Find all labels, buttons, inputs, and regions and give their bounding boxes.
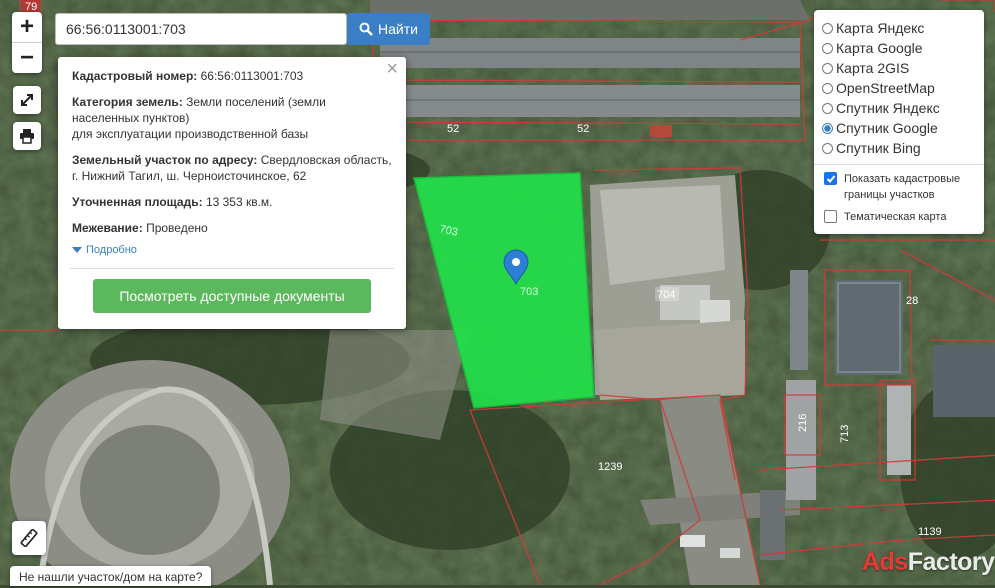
layer-option-label: OpenStreetMap xyxy=(836,80,935,96)
layer-option[interactable]: Карта Яндекс xyxy=(822,18,976,38)
layer-option[interactable]: Спутник Bing xyxy=(822,138,976,158)
layer-option[interactable]: Карта 2GIS xyxy=(822,58,976,78)
cadastral-number-label: Кадастровый номер: xyxy=(72,69,198,83)
land-category-label: Категория земель: xyxy=(72,95,183,109)
survey-label: Межевание: xyxy=(72,221,143,235)
radio-icon[interactable] xyxy=(822,62,833,74)
map-label-713: 713 xyxy=(839,425,851,443)
print-button[interactable] xyxy=(13,122,41,150)
details-link-label: Подробно xyxy=(86,244,137,256)
survey-row: Межевание: Проведено xyxy=(72,220,392,236)
layer-option[interactable]: Карта Google xyxy=(822,38,976,58)
print-icon xyxy=(20,129,34,144)
view-documents-button[interactable]: Посмотреть доступные документы xyxy=(93,279,371,313)
radio-selected-icon[interactable] xyxy=(822,122,833,134)
layer-option[interactable]: OpenStreetMap xyxy=(822,78,976,98)
layer-divider xyxy=(814,164,984,165)
layer-option-label: Карта Яндекс xyxy=(836,20,925,36)
map-label-703b: 703 xyxy=(520,286,538,298)
cadastral-number-row: Кадастровый номер: 66:56:0113001:703 xyxy=(72,68,392,84)
checkbox-icon[interactable] xyxy=(824,210,837,223)
map-label-1139: 1139 xyxy=(918,526,942,538)
address-row: Земельный участок по адресу: Свердловска… xyxy=(72,152,392,184)
cadastral-search-input[interactable] xyxy=(55,13,347,45)
ruler-button[interactable] xyxy=(12,521,46,555)
layer-option-label: Спутник Яндекс xyxy=(836,100,940,116)
layer-switcher: Карта Яндекс Карта Google Карта 2GIS OpenSt… xyxy=(814,10,984,234)
details-link[interactable]: Подробно xyxy=(72,242,392,258)
thematic-map-label: Тематическая карта xyxy=(844,211,947,223)
parcel-info-popup: × Кадастровый номер: 66:56:0113001:703 К… xyxy=(58,57,406,329)
search-button-label: Найти xyxy=(378,21,418,37)
search-icon xyxy=(359,22,373,36)
map-label-52a: 52 xyxy=(447,123,459,135)
watermark-logo: AdsFactory xyxy=(862,548,995,576)
fullscreen-icon xyxy=(21,94,33,106)
area-row: Уточненная площадь: 13 353 кв.м. xyxy=(72,194,392,210)
radio-icon[interactable] xyxy=(822,82,833,94)
search-button[interactable]: Найти xyxy=(347,13,430,45)
layer-option[interactable]: Спутник Google xyxy=(822,118,976,138)
layer-option-label: Спутник Google xyxy=(836,120,938,136)
map-label-704: 704 xyxy=(657,289,675,301)
thematic-map-toggle[interactable]: Тематическая карта xyxy=(822,209,976,225)
checkbox-checked-icon[interactable] xyxy=(824,172,837,185)
layer-option-label: Карта 2GIS xyxy=(836,60,910,76)
address-label: Земельный участок по адресу: xyxy=(72,153,258,167)
radio-icon[interactable] xyxy=(822,42,833,54)
chevron-down-icon xyxy=(72,247,82,253)
radio-icon[interactable] xyxy=(822,102,833,114)
layer-option-label: Карта Google xyxy=(836,40,923,56)
land-category-row: Категория земель: Земли поселений (земли… xyxy=(72,94,392,142)
cadastral-number-value: 66:56:0113001:703 xyxy=(200,69,304,83)
map-label-28: 28 xyxy=(906,295,918,307)
show-borders-toggle[interactable]: Показать кадастровые границы участков xyxy=(822,171,976,203)
radio-icon[interactable] xyxy=(822,22,833,34)
popup-divider xyxy=(70,268,394,269)
layer-option[interactable]: Спутник Яндекс xyxy=(822,98,976,118)
zoom-out-button[interactable]: − xyxy=(12,42,42,73)
area-value: 13 353 кв.м. xyxy=(205,195,273,209)
map-label-52b: 52 xyxy=(577,123,589,135)
area-label: Уточненная площадь: xyxy=(72,195,203,209)
ruler-icon xyxy=(20,529,38,547)
land-use-value: для эксплуатации производственной базы xyxy=(72,127,309,141)
close-popup-icon[interactable]: × xyxy=(386,59,398,79)
show-borders-label: Показать кадастровые границы участков xyxy=(844,173,961,201)
radio-icon[interactable] xyxy=(822,142,833,154)
fullscreen-button[interactable] xyxy=(13,86,41,114)
layer-option-label: Спутник Bing xyxy=(836,140,921,156)
zoom-control: + − xyxy=(12,12,42,73)
survey-value: Проведено xyxy=(146,221,208,235)
zoom-in-button[interactable]: + xyxy=(12,12,42,42)
map-label-216: 216 xyxy=(797,414,809,432)
map-label-1239: 1239 xyxy=(598,461,622,473)
not-found-link[interactable]: Не нашли участок/дом на карте? xyxy=(10,566,212,586)
